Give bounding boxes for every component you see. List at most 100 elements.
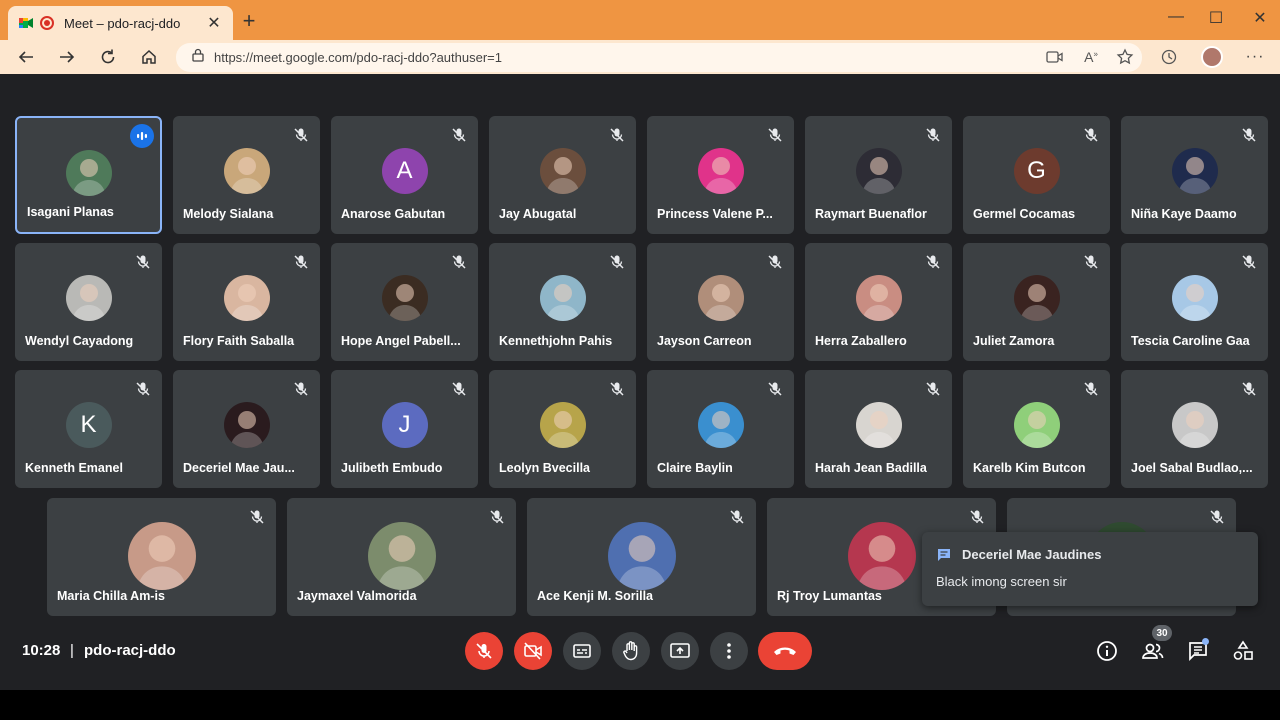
close-window-button[interactable]: ✕	[1248, 8, 1272, 28]
participant-tile[interactable]: Ace Kenji M. Sorilla	[527, 498, 756, 616]
participant-tile[interactable]: Niña Kaye Daamo	[1121, 116, 1268, 234]
mic-muted-icon	[608, 380, 626, 398]
meeting-details-button[interactable]	[1093, 637, 1121, 665]
camera-permission-icon[interactable]	[1043, 45, 1067, 69]
browser-tab[interactable]: Meet – pdo-racj-ddo ✕	[8, 6, 233, 40]
participant-tile[interactable]: Leolyn Bvecilla	[489, 370, 636, 488]
mic-muted-icon	[292, 126, 310, 144]
more-menu-icon[interactable]: ···	[1243, 45, 1267, 69]
participant-avatar	[1013, 275, 1060, 321]
back-arrow-icon	[18, 51, 33, 63]
activities-button[interactable]	[1229, 637, 1257, 665]
home-icon	[142, 49, 156, 64]
favorites-star-icon[interactable]	[1113, 45, 1137, 69]
participant-avatar	[223, 148, 270, 194]
mic-muted-icon	[1082, 126, 1100, 144]
closed-captions-icon	[573, 644, 591, 658]
tab-title: Meet – pdo-racj-ddo	[64, 15, 181, 31]
participant-tile[interactable]: J Julibeth Embudo	[331, 370, 478, 488]
participant-avatar: G	[1013, 148, 1060, 194]
meet-favicon-icon	[18, 15, 34, 31]
captions-button[interactable]	[563, 632, 601, 670]
raise-hand-icon	[623, 641, 638, 661]
participant-avatar	[539, 148, 586, 194]
participant-tile[interactable]: Jay Abugatal	[489, 116, 636, 234]
participant-name: Kennethjohn Pahis	[499, 334, 613, 348]
back-button[interactable]	[13, 44, 39, 70]
camera-toggle-button[interactable]	[514, 632, 552, 670]
participant-avatar	[1171, 148, 1218, 194]
forward-button[interactable]	[54, 44, 80, 70]
participant-tile[interactable]: Claire Baylin	[647, 370, 794, 488]
participant-name: Karelb Kim Butcon	[973, 461, 1086, 475]
participant-tile[interactable]: Harah Jean Badilla	[805, 370, 952, 488]
participant-name: Herra Zaballero	[815, 334, 907, 348]
participant-tile[interactable]: K Kenneth Emanel	[15, 370, 162, 488]
participant-tile[interactable]: Isagani Planas	[15, 116, 162, 234]
participant-tile[interactable]: Jayson Carreon	[647, 243, 794, 361]
people-button[interactable]	[1139, 637, 1167, 665]
toast-sender: Deceriel Mae Jaudines	[962, 547, 1102, 562]
participant-avatar	[697, 148, 744, 194]
maximize-button[interactable]: ☐	[1204, 8, 1228, 28]
lock-icon	[192, 48, 204, 67]
participant-tile[interactable]: Deceriel Mae Jau...	[173, 370, 320, 488]
chat-notification[interactable]: Deceriel Mae Jaudines Black imong screen…	[922, 532, 1258, 606]
participant-tile[interactable]: A Anarose Gabutan	[331, 116, 478, 234]
participant-tile[interactable]: Herra Zaballero	[805, 243, 952, 361]
participant-tile[interactable]: Juliet Zamora	[963, 243, 1110, 361]
participant-tile[interactable]: Princess Valene P...	[647, 116, 794, 234]
microphone-toggle-button[interactable]	[465, 632, 503, 670]
participant-name: Jaymaxel Valmorida	[297, 589, 417, 603]
participant-avatar	[855, 148, 902, 194]
participant-tile[interactable]: Tescia Caroline Gaa	[1121, 243, 1268, 361]
participant-tile[interactable]: Flory Faith Saballa	[173, 243, 320, 361]
history-icon[interactable]	[1157, 45, 1181, 69]
leave-call-button[interactable]	[758, 632, 812, 670]
mic-muted-icon	[608, 126, 626, 144]
present-screen-icon	[670, 643, 690, 658]
minimize-button[interactable]: —	[1164, 8, 1188, 26]
meeting-clock: 10:28	[22, 642, 61, 659]
mic-muted-icon	[1240, 126, 1258, 144]
activities-shapes-icon	[1233, 640, 1253, 660]
reload-button[interactable]	[95, 44, 121, 70]
participant-name: Deceriel Mae Jau...	[183, 461, 295, 475]
mic-muted-icon	[728, 508, 746, 526]
participant-tile[interactable]: G Germel Cocamas	[963, 116, 1110, 234]
participant-tile[interactable]: Hope Angel Pabell...	[331, 243, 478, 361]
mic-muted-icon	[968, 508, 986, 526]
participant-tile[interactable]: Raymart Buenaflor	[805, 116, 952, 234]
new-tab-button[interactable]: +	[238, 10, 260, 32]
read-aloud-icon[interactable]: A»	[1079, 45, 1103, 69]
participant-tile[interactable]: Kennethjohn Pahis	[489, 243, 636, 361]
mic-muted-icon	[134, 253, 152, 271]
participant-tile[interactable]: Melody Sialana	[173, 116, 320, 234]
participant-avatar: K	[65, 402, 112, 448]
participant-tile[interactable]: Wendyl Cayadong	[15, 243, 162, 361]
participant-name: Germel Cocamas	[973, 207, 1076, 221]
participant-avatar	[367, 522, 436, 590]
tab-close-icon[interactable]: ✕	[205, 13, 223, 33]
participant-tile[interactable]: Karelb Kim Butcon	[963, 370, 1110, 488]
mic-muted-icon	[450, 253, 468, 271]
mic-muted-icon	[1082, 380, 1100, 398]
participant-tile[interactable]: Joel Sabal Budlao,...	[1121, 370, 1268, 488]
speaking-indicator-icon	[130, 124, 154, 148]
mic-muted-icon	[488, 508, 506, 526]
participant-avatar: A	[381, 148, 428, 194]
address-bar[interactable]: https://meet.google.com/pdo-racj-ddo?aut…	[176, 43, 1142, 72]
participant-name: Joel Sabal Budlao,...	[1131, 461, 1253, 475]
hang-up-icon	[774, 647, 796, 655]
profile-avatar[interactable]	[1200, 45, 1224, 69]
people-icon	[1142, 643, 1164, 659]
participant-name: Harah Jean Badilla	[815, 461, 927, 475]
home-button[interactable]	[136, 44, 162, 70]
present-screen-button[interactable]	[661, 632, 699, 670]
chat-message-icon	[938, 549, 950, 561]
participant-tile[interactable]: Jaymaxel Valmorida	[287, 498, 516, 616]
participant-tile[interactable]: Maria Chilla Am-is	[47, 498, 276, 616]
more-options-button[interactable]	[710, 632, 748, 670]
participant-avatar: J	[381, 402, 428, 448]
raise-hand-button[interactable]	[612, 632, 650, 670]
